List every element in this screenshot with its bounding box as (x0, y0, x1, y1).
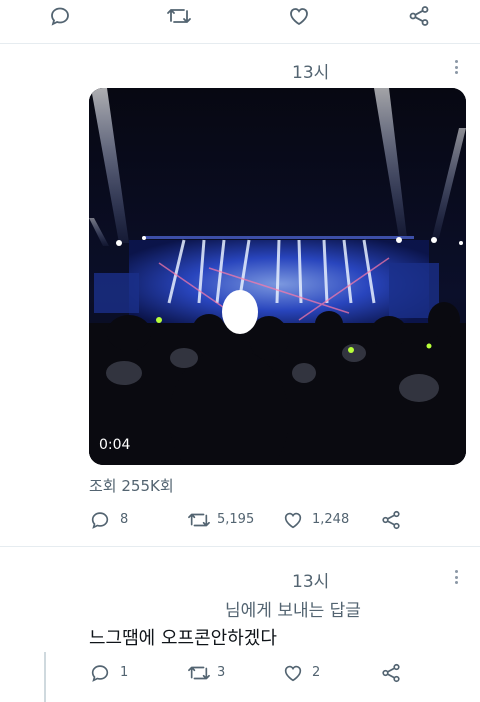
retweet-count: 3 (217, 665, 226, 680)
like-count: 2 (312, 665, 321, 680)
video-frame (89, 88, 466, 465)
reply-icon[interactable] (89, 662, 111, 684)
divider-middle (0, 546, 480, 547)
share-icon[interactable] (380, 662, 402, 684)
view-count: 조회 255K회 (89, 477, 174, 495)
more-options-icon[interactable] (455, 570, 458, 587)
tweet1-time: 13시 (292, 63, 330, 83)
tweet2-time: 13시 (292, 572, 330, 592)
reply-context: 님에게 보내는 답글 (225, 601, 361, 621)
heart-icon[interactable] (282, 509, 304, 531)
thread-line (44, 652, 46, 702)
tweet-text: 느그땜에 오프콘안하겠다 (89, 628, 277, 649)
more-options-icon[interactable] (455, 60, 458, 77)
reply-count: 8 (120, 512, 129, 527)
retweet-icon[interactable] (187, 509, 211, 531)
heart-icon[interactable] (282, 662, 304, 684)
video-player[interactable]: 0:04 (89, 88, 466, 465)
like-count: 1,248 (312, 512, 350, 527)
retweet-icon[interactable] (187, 662, 211, 684)
retweet-count: 5,195 (217, 512, 255, 527)
heart-icon[interactable] (287, 4, 311, 28)
divider-top (0, 43, 480, 44)
reply-icon[interactable] (89, 509, 111, 531)
reply-count: 1 (120, 665, 129, 680)
retweet-icon[interactable] (166, 4, 192, 28)
share-icon[interactable] (380, 509, 402, 531)
share-icon[interactable] (407, 4, 431, 28)
reply-icon[interactable] (48, 4, 72, 28)
video-duration: 0:04 (99, 437, 131, 453)
